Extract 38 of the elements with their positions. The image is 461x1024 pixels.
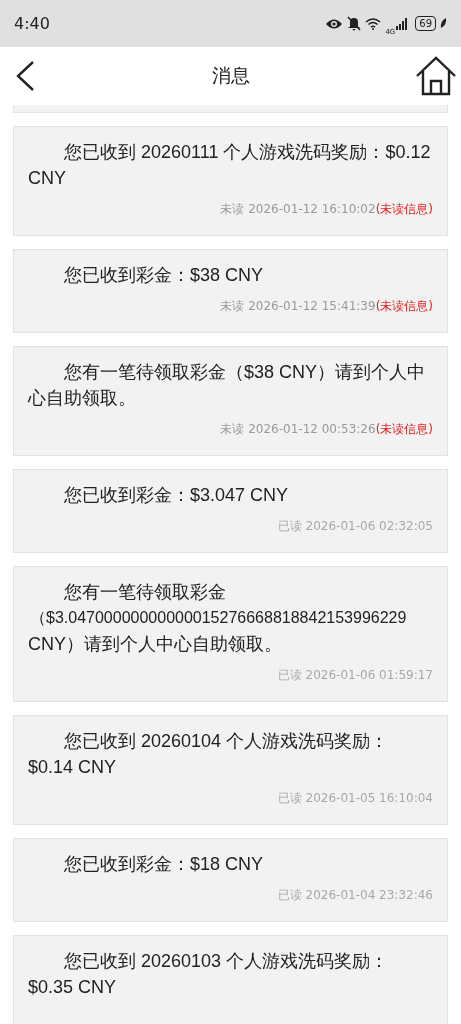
muted-bell-icon: [347, 16, 362, 31]
home-button[interactable]: [415, 56, 457, 96]
message-timestamp: 已读 2026-01-06 02:32:05: [277, 519, 433, 533]
message-timestamp: 已读 2026-01-05 16:10:04: [277, 791, 433, 805]
message-text: 您有一笔待领取彩金（$38 CNY）请到个人中心自助领取。: [28, 361, 427, 410]
page-title: 消息: [210, 63, 251, 88]
message-text: 您有一笔待领取彩金: [63, 581, 227, 604]
message-card[interactable]: 您已收到 20260103 个人游戏洗码奖励：$0.35 CNY: [13, 935, 448, 1024]
wifi-icon: [365, 17, 382, 30]
message-text: 您已收到 20260111 个人游戏洗码奖励：$0.12 CNY: [28, 141, 432, 190]
unread-label: (未读信息): [375, 299, 433, 313]
message-timestamp: 已读 2026-01-06 01:59:17: [277, 668, 433, 682]
back-button[interactable]: [14, 60, 36, 92]
message-text: 您已收到彩金：$18 CNY: [63, 853, 265, 876]
message-text: 您已收到 20260103 个人游戏洗码奖励：$0.35 CNY: [28, 950, 390, 999]
clock-time: 4:40: [14, 14, 50, 33]
message-text: 您已收到彩金：$38 CNY: [63, 264, 265, 287]
message-text: （$3.04700000000000015276668818842153996229: [29, 608, 408, 628]
eye-icon: [325, 17, 344, 30]
message-card[interactable]: 您有一笔待领取彩金（$38 CNY）请到个人中心自助领取。 未读 2026-01-12 00:53:26(未读信息): [13, 346, 448, 456]
message-text: 您已收到彩金：$3.047 CNY: [63, 484, 290, 507]
message-timestamp: 未读 2026-01-12 16:10:02: [220, 202, 376, 216]
message-card[interactable]: 您已收到彩金：$18 CNY 已读 2026-01-04 23:32:46: [13, 838, 448, 922]
message-text: 您已收到 20260104 个人游戏洗码奖励：$0.14 CNY: [28, 730, 390, 779]
message-card[interactable]: 您有一笔待领取彩金 （$3.04700000000000015276668818842153996229 CNY）请到个人中心自助领取。 已读 2026-01-06 01:59:17: [13, 566, 448, 702]
message-card[interactable]: 您已收到彩金：$38 CNY 未读 2026-01-12 15:41:39(未读信息): [13, 249, 448, 333]
message-timestamp: 未读 2026-01-12 00:53:26: [220, 422, 376, 436]
signal-icon: [396, 17, 409, 30]
battery-level: 69: [415, 16, 436, 31]
message-timestamp: 已读 2026-01-04 23:32:46: [277, 888, 433, 902]
unread-label: (未读信息): [375, 202, 433, 216]
message-card[interactable]: 您已收到 20260111 个人游戏洗码奖励：$0.12 CNY 未读 2026-01-12 16:10:02(未读信息): [13, 126, 448, 236]
leaf-icon: [440, 18, 447, 29]
message-text: CNY）请到个人中心自助领取。: [28, 633, 283, 656]
message-card[interactable]: 您已收到彩金：$3.047 CNY 已读 2026-01-06 02:32:05: [13, 469, 448, 553]
message-timestamp: 未读 2026-01-12 15:41:39: [220, 299, 376, 313]
unread-label: (未读信息): [375, 422, 433, 436]
message-card[interactable]: 您已收到 20260104 个人游戏洗码奖励：$0.14 CNY 已读 2026-01-05 16:10:04: [13, 715, 448, 825]
